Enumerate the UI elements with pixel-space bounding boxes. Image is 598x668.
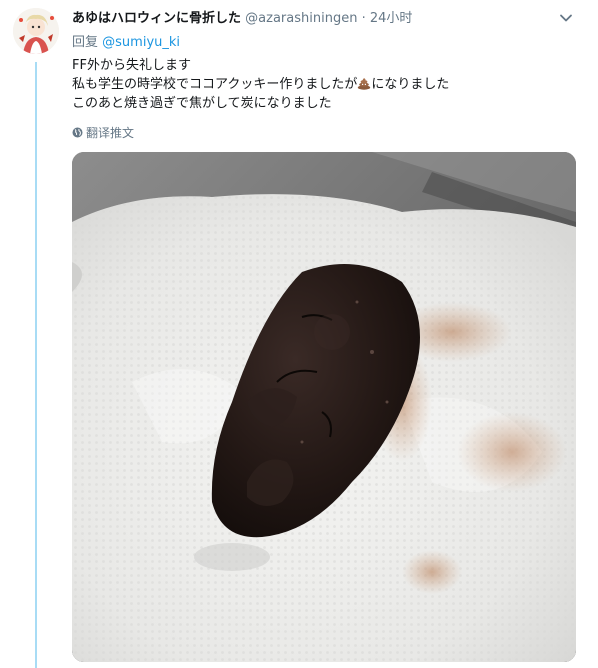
reply-mention-link[interactable]: @sumiyu_ki <box>102 35 180 50</box>
thread-line <box>35 62 37 668</box>
reply-prefix: 回复 <box>72 35 99 50</box>
reply-context: 回复 @sumiyu_ki <box>72 34 180 52</box>
tweet-text-line-suffix: になりました <box>371 77 450 92</box>
translate-tweet-link[interactable]: 翻译推文 <box>72 124 134 142</box>
avatar[interactable] <box>13 8 59 54</box>
translate-label: 翻译推文 <box>86 126 135 140</box>
tweet-timestamp[interactable]: 24小时 <box>370 11 413 26</box>
poop-emoji-icon <box>357 76 371 90</box>
user-handle[interactable]: @azarashiningen <box>245 11 357 26</box>
globe-icon <box>72 125 83 138</box>
separator-dot: · <box>361 11 366 26</box>
tweet-text-line: FF外から失礼します <box>72 58 191 73</box>
tweet-text-line: このあと焼き過ぎで焦がして炭になりました <box>72 96 332 111</box>
tweet-photo[interactable] <box>72 152 576 662</box>
tweet-text-line-part: 私も学生の時学校でココアクッキー作りましたが <box>72 77 358 92</box>
tweet: あゆはハロウィンに骨折した @azarashiningen · 24小时 回复 … <box>0 0 598 668</box>
chevron-down-icon[interactable] <box>558 10 574 26</box>
display-name[interactable]: あゆはハロウィンに骨折した <box>72 11 241 26</box>
tweet-text: FF外から失礼します 私も学生の時学校でココアクッキー作りましたが になりました… <box>72 56 582 113</box>
tweet-text-line: 私も学生の時学校でココアクッキー作りましたが になりました <box>72 75 582 94</box>
tweet-header: あゆはハロウィンに骨折した @azarashiningen · 24小时 <box>72 9 582 29</box>
